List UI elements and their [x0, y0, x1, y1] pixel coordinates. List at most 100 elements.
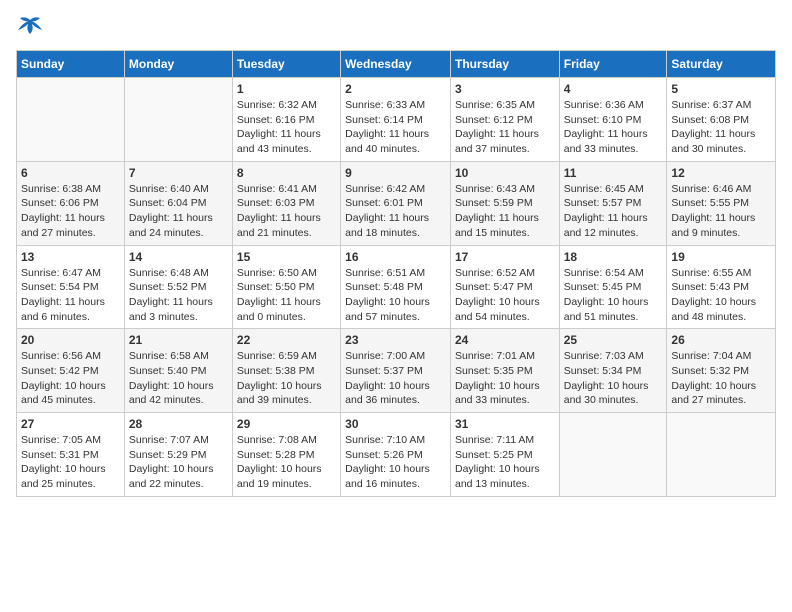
daylight: Daylight: 11 hours and 37 minutes. — [455, 128, 539, 155]
cell-content: Sunrise: 7:05 AM Sunset: 5:31 PM Dayligh… — [21, 433, 120, 492]
daylight: Daylight: 11 hours and 21 minutes. — [237, 212, 321, 239]
cell-content: Sunrise: 6:43 AM Sunset: 5:59 PM Dayligh… — [455, 182, 555, 241]
day-number: 20 — [21, 333, 120, 347]
sunset: Sunset: 5:57 PM — [564, 197, 642, 209]
sunrise: Sunrise: 6:48 AM — [129, 267, 209, 279]
sunset: Sunset: 5:43 PM — [671, 281, 749, 293]
daylight: Daylight: 11 hours and 27 minutes. — [21, 212, 105, 239]
calendar-cell: 20 Sunrise: 6:56 AM Sunset: 5:42 PM Dayl… — [17, 329, 125, 413]
calendar-cell: 25 Sunrise: 7:03 AM Sunset: 5:34 PM Dayl… — [559, 329, 667, 413]
daylight: Daylight: 11 hours and 30 minutes. — [671, 128, 755, 155]
sunrise: Sunrise: 6:38 AM — [21, 183, 101, 195]
sunset: Sunset: 5:38 PM — [237, 365, 315, 377]
cell-content: Sunrise: 6:48 AM Sunset: 5:52 PM Dayligh… — [129, 266, 228, 325]
daylight: Daylight: 10 hours and 48 minutes. — [671, 296, 756, 323]
cell-content: Sunrise: 7:10 AM Sunset: 5:26 PM Dayligh… — [345, 433, 446, 492]
day-number: 17 — [455, 250, 555, 264]
cell-content: Sunrise: 6:41 AM Sunset: 6:03 PM Dayligh… — [237, 182, 336, 241]
calendar-cell: 18 Sunrise: 6:54 AM Sunset: 5:45 PM Dayl… — [559, 245, 667, 329]
calendar-cell: 6 Sunrise: 6:38 AM Sunset: 6:06 PM Dayli… — [17, 161, 125, 245]
daylight: Daylight: 10 hours and 13 minutes. — [455, 463, 540, 490]
calendar-cell: 26 Sunrise: 7:04 AM Sunset: 5:32 PM Dayl… — [667, 329, 776, 413]
day-header: Saturday — [667, 51, 776, 78]
day-header: Thursday — [450, 51, 559, 78]
sunset: Sunset: 5:45 PM — [564, 281, 642, 293]
calendar-cell: 1 Sunrise: 6:32 AM Sunset: 6:16 PM Dayli… — [232, 78, 340, 162]
day-number: 30 — [345, 417, 446, 431]
calendar-cell — [17, 78, 125, 162]
cell-content: Sunrise: 6:46 AM Sunset: 5:55 PM Dayligh… — [671, 182, 771, 241]
daylight: Daylight: 11 hours and 6 minutes. — [21, 296, 105, 323]
cell-content: Sunrise: 6:40 AM Sunset: 6:04 PM Dayligh… — [129, 182, 228, 241]
cell-content: Sunrise: 7:07 AM Sunset: 5:29 PM Dayligh… — [129, 433, 228, 492]
cell-content: Sunrise: 6:45 AM Sunset: 5:57 PM Dayligh… — [564, 182, 663, 241]
day-number: 4 — [564, 82, 663, 96]
sunrise: Sunrise: 6:50 AM — [237, 267, 317, 279]
calendar-cell: 30 Sunrise: 7:10 AM Sunset: 5:26 PM Dayl… — [341, 413, 451, 497]
sunset: Sunset: 5:26 PM — [345, 449, 423, 461]
cell-content: Sunrise: 6:47 AM Sunset: 5:54 PM Dayligh… — [21, 266, 120, 325]
calendar-cell: 7 Sunrise: 6:40 AM Sunset: 6:04 PM Dayli… — [124, 161, 232, 245]
cell-content: Sunrise: 6:54 AM Sunset: 5:45 PM Dayligh… — [564, 266, 663, 325]
cell-content: Sunrise: 6:35 AM Sunset: 6:12 PM Dayligh… — [455, 98, 555, 157]
daylight: Daylight: 10 hours and 51 minutes. — [564, 296, 649, 323]
daylight: Daylight: 11 hours and 15 minutes. — [455, 212, 539, 239]
sunrise: Sunrise: 6:56 AM — [21, 350, 101, 362]
sunrise: Sunrise: 6:54 AM — [564, 267, 644, 279]
calendar-cell: 3 Sunrise: 6:35 AM Sunset: 6:12 PM Dayli… — [450, 78, 559, 162]
day-header: Monday — [124, 51, 232, 78]
calendar-cell: 19 Sunrise: 6:55 AM Sunset: 5:43 PM Dayl… — [667, 245, 776, 329]
calendar-cell: 16 Sunrise: 6:51 AM Sunset: 5:48 PM Dayl… — [341, 245, 451, 329]
day-header: Tuesday — [232, 51, 340, 78]
calendar-cell — [667, 413, 776, 497]
cell-content: Sunrise: 7:08 AM Sunset: 5:28 PM Dayligh… — [237, 433, 336, 492]
sunrise: Sunrise: 6:58 AM — [129, 350, 209, 362]
calendar-cell: 14 Sunrise: 6:48 AM Sunset: 5:52 PM Dayl… — [124, 245, 232, 329]
calendar-cell: 9 Sunrise: 6:42 AM Sunset: 6:01 PM Dayli… — [341, 161, 451, 245]
sunrise: Sunrise: 6:41 AM — [237, 183, 317, 195]
day-number: 18 — [564, 250, 663, 264]
daylight: Daylight: 10 hours and 27 minutes. — [671, 380, 756, 407]
day-number: 29 — [237, 417, 336, 431]
daylight: Daylight: 10 hours and 22 minutes. — [129, 463, 214, 490]
cell-content: Sunrise: 6:50 AM Sunset: 5:50 PM Dayligh… — [237, 266, 336, 325]
calendar-cell: 5 Sunrise: 6:37 AM Sunset: 6:08 PM Dayli… — [667, 78, 776, 162]
daylight: Daylight: 10 hours and 54 minutes. — [455, 296, 540, 323]
cell-content: Sunrise: 6:36 AM Sunset: 6:10 PM Dayligh… — [564, 98, 663, 157]
day-number: 6 — [21, 166, 120, 180]
calendar-week-row: 1 Sunrise: 6:32 AM Sunset: 6:16 PM Dayli… — [17, 78, 776, 162]
sunrise: Sunrise: 6:43 AM — [455, 183, 535, 195]
cell-content: Sunrise: 6:32 AM Sunset: 6:16 PM Dayligh… — [237, 98, 336, 157]
sunset: Sunset: 6:01 PM — [345, 197, 423, 209]
daylight: Daylight: 11 hours and 9 minutes. — [671, 212, 755, 239]
daylight: Daylight: 10 hours and 36 minutes. — [345, 380, 430, 407]
sunrise: Sunrise: 6:52 AM — [455, 267, 535, 279]
calendar-cell: 17 Sunrise: 6:52 AM Sunset: 5:47 PM Dayl… — [450, 245, 559, 329]
cell-content: Sunrise: 6:52 AM Sunset: 5:47 PM Dayligh… — [455, 266, 555, 325]
daylight: Daylight: 11 hours and 40 minutes. — [345, 128, 429, 155]
sunrise: Sunrise: 6:46 AM — [671, 183, 751, 195]
calendar-cell: 11 Sunrise: 6:45 AM Sunset: 5:57 PM Dayl… — [559, 161, 667, 245]
sunrise: Sunrise: 6:59 AM — [237, 350, 317, 362]
sunset: Sunset: 5:35 PM — [455, 365, 533, 377]
daylight: Daylight: 10 hours and 25 minutes. — [21, 463, 106, 490]
cell-content: Sunrise: 6:37 AM Sunset: 6:08 PM Dayligh… — [671, 98, 771, 157]
sunset: Sunset: 6:10 PM — [564, 114, 642, 126]
day-number: 9 — [345, 166, 446, 180]
calendar-cell: 28 Sunrise: 7:07 AM Sunset: 5:29 PM Dayl… — [124, 413, 232, 497]
day-number: 25 — [564, 333, 663, 347]
cell-content: Sunrise: 6:55 AM Sunset: 5:43 PM Dayligh… — [671, 266, 771, 325]
cell-content: Sunrise: 7:01 AM Sunset: 5:35 PM Dayligh… — [455, 349, 555, 408]
calendar-week-row: 20 Sunrise: 6:56 AM Sunset: 5:42 PM Dayl… — [17, 329, 776, 413]
calendar-cell: 27 Sunrise: 7:05 AM Sunset: 5:31 PM Dayl… — [17, 413, 125, 497]
calendar-week-row: 6 Sunrise: 6:38 AM Sunset: 6:06 PM Dayli… — [17, 161, 776, 245]
cell-content: Sunrise: 7:03 AM Sunset: 5:34 PM Dayligh… — [564, 349, 663, 408]
calendar-cell: 8 Sunrise: 6:41 AM Sunset: 6:03 PM Dayli… — [232, 161, 340, 245]
day-header: Sunday — [17, 51, 125, 78]
calendar-cell: 29 Sunrise: 7:08 AM Sunset: 5:28 PM Dayl… — [232, 413, 340, 497]
day-number: 8 — [237, 166, 336, 180]
daylight: Daylight: 10 hours and 33 minutes. — [455, 380, 540, 407]
cell-content: Sunrise: 6:33 AM Sunset: 6:14 PM Dayligh… — [345, 98, 446, 157]
day-number: 3 — [455, 82, 555, 96]
sunrise: Sunrise: 6:32 AM — [237, 99, 317, 111]
